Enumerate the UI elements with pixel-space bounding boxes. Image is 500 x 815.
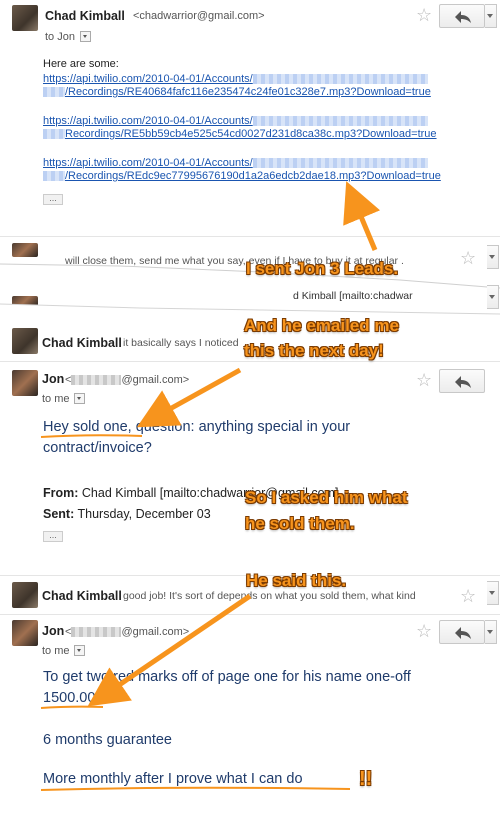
sender-name[interactable]: Jon (42, 372, 64, 386)
sender-email: < @gmail.com> (65, 626, 190, 638)
more-options-button[interactable] (487, 581, 499, 605)
show-trimmed-content-button[interactable]: ... (43, 531, 63, 542)
sender-name[interactable]: Jon (42, 624, 64, 638)
divider (0, 361, 500, 362)
link-text: https://api.twilio.com/2010-04-01/Accoun… (43, 115, 253, 127)
star-icon[interactable]: ☆ (460, 587, 476, 605)
divider (0, 236, 500, 237)
star-icon[interactable]: ☆ (416, 622, 432, 640)
sender-avatar[interactable] (12, 370, 38, 396)
annotation-text: !! (359, 768, 373, 790)
sender-name[interactable]: Chad Kimball (42, 589, 122, 603)
more-options-button[interactable] (485, 620, 497, 644)
redacted-account-id (43, 171, 65, 182)
recording-link-2[interactable]: https://api.twilio.com/2010-04-01/Accoun… (43, 115, 428, 127)
sender-avatar[interactable] (12, 5, 38, 31)
annotation-underline (40, 434, 143, 438)
message-snippet[interactable]: good job! It's sort of depends on what y… (123, 590, 416, 602)
star-icon[interactable]: ☆ (416, 371, 432, 389)
reply-button[interactable] (439, 4, 485, 28)
divider (0, 614, 500, 615)
sender-avatar[interactable] (12, 582, 38, 608)
annotation-underline (40, 786, 351, 791)
sender-avatar[interactable] (12, 620, 38, 646)
annotation-text: I sent Jon 3 Leads. (246, 259, 399, 278)
recipient-line: to me (42, 645, 70, 657)
annotation-text: he sold them. (245, 514, 355, 533)
link-text: Recordings/RE5bb59cb4e525c54cd0027d231d8… (65, 128, 437, 140)
reply-button[interactable] (439, 620, 485, 644)
email-body-line: More monthly after I prove what I can do (43, 771, 303, 787)
redacted-email (71, 627, 122, 638)
redacted-account-id (43, 129, 65, 140)
link-text: /Recordings/REdc9ec77995676190d1a2a6edcb… (65, 170, 441, 182)
recording-link-1[interactable]: https://api.twilio.com/2010-04-01/Accoun… (43, 73, 428, 85)
link-text: /Recordings/RE40684fafc116e235474c24fe01… (65, 86, 431, 98)
more-options-button[interactable] (485, 4, 497, 28)
annotation-text: this the next day! (244, 341, 384, 360)
reply-icon (455, 376, 471, 388)
details-dropdown-icon[interactable] (80, 31, 91, 42)
reply-button[interactable] (439, 369, 485, 393)
redacted-account-id (252, 116, 428, 127)
recording-link-2-cont[interactable]: Recordings/RE5bb59cb4e525c54cd0027d231d8… (43, 128, 437, 140)
recipient-line: to me (42, 393, 70, 405)
link-text: https://api.twilio.com/2010-04-01/Accoun… (43, 73, 253, 85)
sender-email: < @gmail.com> (65, 374, 190, 386)
email-body-line: To get two red marks off of page one for… (43, 669, 411, 685)
sender-name[interactable]: Chad Kimball (45, 9, 125, 23)
annotation-text: He said this. (246, 571, 347, 590)
star-icon[interactable]: ☆ (416, 6, 432, 24)
annotation-text: So I asked him what (245, 488, 408, 507)
quoted-sent: Sent: Thursday, December 03 (43, 507, 211, 521)
sender-email: <chadwarrior@gmail.com> (133, 10, 265, 22)
annotation-arrow (343, 181, 381, 251)
annotation-underline (40, 705, 104, 709)
sender-avatar[interactable] (12, 328, 38, 354)
recording-link-1-cont[interactable]: /Recordings/RE40684fafc116e235474c24fe01… (43, 86, 431, 98)
redacted-email (71, 375, 122, 386)
link-text: https://api.twilio.com/2010-04-01/Accoun… (43, 157, 253, 169)
recording-link-3[interactable]: https://api.twilio.com/2010-04-01/Accoun… (43, 157, 428, 169)
sender-name[interactable]: Chad Kimball (42, 336, 122, 350)
message-snippet[interactable]: it basically says I noticed (123, 337, 239, 349)
email-intro: Here are some: (43, 58, 119, 70)
recipient-line: to Jon (45, 31, 75, 43)
reply-icon (455, 11, 471, 23)
details-dropdown-icon[interactable] (74, 645, 85, 656)
email-body-line: 6 months guarantee (43, 732, 172, 748)
email-body-line: contract/invoice? (43, 440, 152, 456)
details-dropdown-icon[interactable] (74, 393, 85, 404)
recording-link-3-cont[interactable]: /Recordings/REdc9ec77995676190d1a2a6edcb… (43, 170, 441, 182)
reply-icon (455, 627, 471, 639)
email-body-line: Hey sold one, question: anything special… (43, 419, 351, 435)
redacted-account-id (252, 74, 428, 85)
redacted-account-id (252, 158, 428, 169)
annotation-text: And he emailed me (244, 316, 399, 335)
redacted-account-id (43, 87, 65, 98)
email-body-line: 1500.00 (43, 690, 96, 706)
show-trimmed-content-button[interactable]: ... (43, 194, 63, 205)
